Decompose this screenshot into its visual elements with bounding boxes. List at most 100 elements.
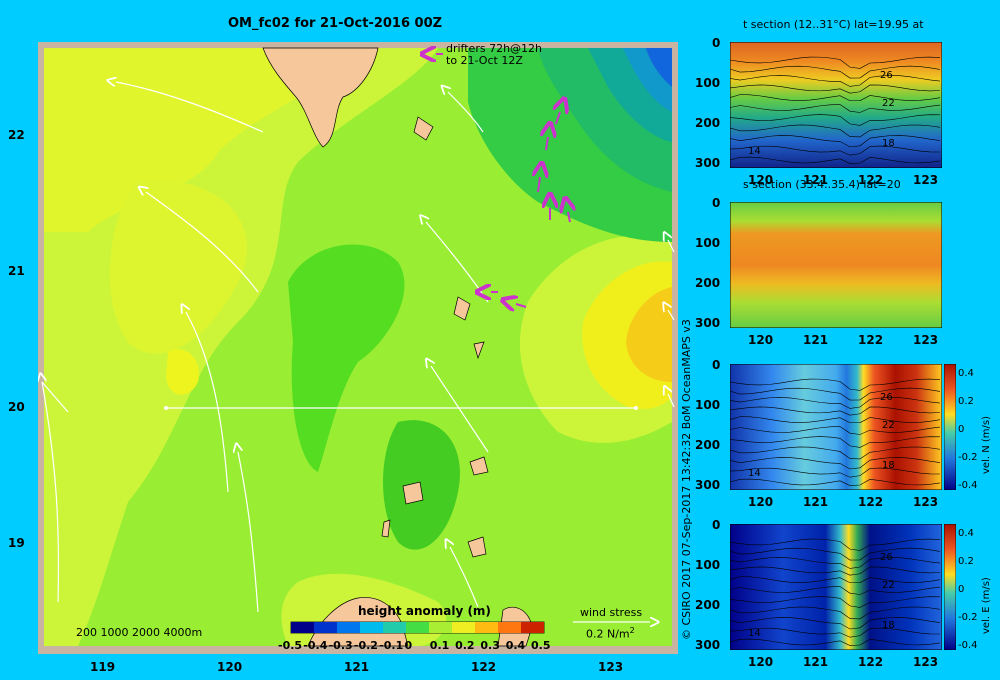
section-x-tick-label: 120 bbox=[748, 655, 774, 669]
section-x-tick-label: 121 bbox=[803, 655, 829, 669]
section-y-tick-label: 100 bbox=[695, 76, 721, 90]
velocity-colorbar-label: vel. N (m/s) bbox=[981, 416, 992, 474]
depth-legend: 200 1000 2000 4000m bbox=[76, 626, 203, 639]
velocity-colorbar-tick: -0.4 bbox=[958, 640, 978, 651]
velocity-colorbar-tick: -0.2 bbox=[958, 612, 978, 623]
contour-label: 18 bbox=[882, 138, 895, 149]
colorbar-tick-label: 0.3 bbox=[480, 639, 500, 652]
map-x-tick-label: 121 bbox=[344, 660, 370, 674]
section-end-dot bbox=[634, 406, 638, 410]
map-y-tick-label: 22 bbox=[8, 128, 25, 142]
colorbar-tick-label: -0.4 bbox=[303, 639, 328, 652]
map-y-tick-label: 20 bbox=[8, 400, 25, 414]
drifters-time: to 21-Oct 12Z bbox=[446, 54, 523, 67]
contour-label: 14 bbox=[748, 468, 761, 479]
section-y-tick-label: 0 bbox=[712, 196, 721, 210]
section-y-tick-label: 100 bbox=[695, 398, 721, 412]
section-x-tick-label: 123 bbox=[913, 333, 939, 347]
map-y-tick-label: 19 bbox=[8, 536, 25, 550]
velocity-colorbar-label: vel. E (m/s) bbox=[981, 577, 992, 634]
colorbar-ticks: -0.5 -0.4 -0.3 -0.2 -0.1 0 0.1 0.2 0.3 0.4 0.5 bbox=[278, 639, 551, 653]
colorbar-tick-label: -0.1 bbox=[379, 639, 404, 652]
section-y-tick-label: 200 bbox=[695, 438, 721, 452]
velocity-colorbar-tick: 0 bbox=[958, 584, 965, 595]
colorbar-tick-label: 0.1 bbox=[429, 639, 450, 652]
contour-label: 18 bbox=[882, 620, 895, 631]
map-x-tick-label: 120 bbox=[217, 660, 243, 674]
land-islet-5 bbox=[402, 481, 424, 505]
section-x-tick-label: 121 bbox=[803, 333, 829, 347]
velocity-colorbar bbox=[944, 524, 956, 650]
velocity-colorbar-tick: 0.4 bbox=[958, 368, 974, 379]
velocity-colorbar-tick: -0.2 bbox=[958, 452, 978, 463]
section-x-tick-label: 122 bbox=[858, 495, 884, 509]
section-x-tick-label: 120 bbox=[748, 333, 774, 347]
map-y-ticks: 22 21 20 19 bbox=[0, 42, 36, 654]
velocity-colorbar-tick: 0 bbox=[958, 424, 965, 435]
credit-text: © CSIRO 2017 07-Sep-2017 13:42:32 BoM Oc… bbox=[680, 319, 693, 640]
colorbar-height bbox=[290, 621, 545, 634]
section-start-dot bbox=[164, 406, 168, 410]
colorbar-swatch bbox=[498, 622, 521, 633]
velocity-colorbar bbox=[944, 364, 956, 490]
colorbar-tick-label: -0.2 bbox=[353, 639, 378, 652]
colorbar-swatch bbox=[314, 622, 337, 633]
colorbar-swatch bbox=[452, 622, 475, 633]
contour-label: 14 bbox=[748, 146, 761, 157]
contour-label: 22 bbox=[882, 98, 895, 109]
colorbar-tick-label: 0.2 bbox=[455, 639, 475, 652]
section-x-tick-label: 120 bbox=[748, 495, 774, 509]
section-title: t section (12..31°C) lat=19.95 at bbox=[743, 18, 924, 31]
section-y-tick-label: 300 bbox=[695, 316, 721, 330]
section-x-tick-label: 122 bbox=[858, 655, 884, 669]
section-x-tick-label: 123 bbox=[913, 173, 939, 187]
wind-scale-unit: 0.2 N/m2 bbox=[586, 626, 635, 641]
map-x-tick-label: 119 bbox=[90, 660, 116, 674]
contour-label: 26 bbox=[880, 392, 893, 403]
colorbar-swatch bbox=[475, 622, 498, 633]
velocity-colorbar-tick: 0.4 bbox=[958, 528, 974, 539]
map-title: OM_fc02 for 21-Oct-2016 00Z bbox=[228, 16, 443, 31]
contour-label: 18 bbox=[882, 460, 895, 471]
contour-label: 26 bbox=[880, 552, 893, 563]
colorbar-swatch bbox=[360, 622, 383, 633]
section-panel: 26 22 18 14 bbox=[730, 42, 942, 168]
velocity-colorbar-tick: 0.2 bbox=[958, 556, 974, 567]
map-x-ticks: 119 120 121 122 123 bbox=[38, 660, 678, 676]
map-x-tick-label: 123 bbox=[598, 660, 624, 674]
colorbar-tick-label: 0 bbox=[404, 639, 413, 652]
velocity-colorbar-tick: 0.2 bbox=[958, 396, 974, 407]
section-title: s section (33.4..35.4) lat=20 bbox=[743, 178, 901, 191]
wind-scale-label: wind stress bbox=[580, 606, 643, 619]
section-y-tick-label: 300 bbox=[695, 478, 721, 492]
section-y-tick-label: 200 bbox=[695, 276, 721, 290]
section-x-tick-label: 123 bbox=[913, 495, 939, 509]
height-anomaly-map bbox=[38, 42, 678, 654]
contour-label: 14 bbox=[748, 628, 761, 639]
colorbar-swatch bbox=[406, 622, 429, 633]
section-x-tick-label: 121 bbox=[803, 495, 829, 509]
map-y-tick-label: 21 bbox=[8, 264, 25, 278]
section-panel: 26 22 18 14 bbox=[730, 524, 942, 650]
colorbar-tick-label: 0.4 bbox=[505, 639, 526, 652]
section-panel bbox=[730, 202, 942, 328]
section-x-tick-label: 123 bbox=[913, 655, 939, 669]
section-y-tick-label: 200 bbox=[695, 598, 721, 612]
colorbar-swatch bbox=[291, 622, 314, 633]
section-panel: 26 22 18 14 bbox=[730, 364, 942, 490]
colorbar-swatch bbox=[429, 622, 452, 633]
section-y-tick-label: 200 bbox=[695, 116, 721, 130]
colorbar-swatch bbox=[337, 622, 360, 633]
map-x-tick-label: 122 bbox=[471, 660, 497, 674]
colorbar-tick-label: -0.3 bbox=[328, 639, 353, 652]
section-y-tick-label: 300 bbox=[695, 156, 721, 170]
contour-label: 22 bbox=[882, 580, 895, 591]
section-x-tick-label: 122 bbox=[858, 333, 884, 347]
velocity-colorbar-tick: -0.4 bbox=[958, 480, 978, 491]
colorbar-title: height anomaly (m) bbox=[358, 604, 491, 618]
colorbar-swatch bbox=[383, 622, 406, 633]
section-y-tick-label: 100 bbox=[695, 558, 721, 572]
section-y-tick-label: 0 bbox=[712, 36, 721, 50]
colorbar-swatch bbox=[521, 622, 544, 633]
section-y-tick-label: 0 bbox=[712, 518, 721, 532]
